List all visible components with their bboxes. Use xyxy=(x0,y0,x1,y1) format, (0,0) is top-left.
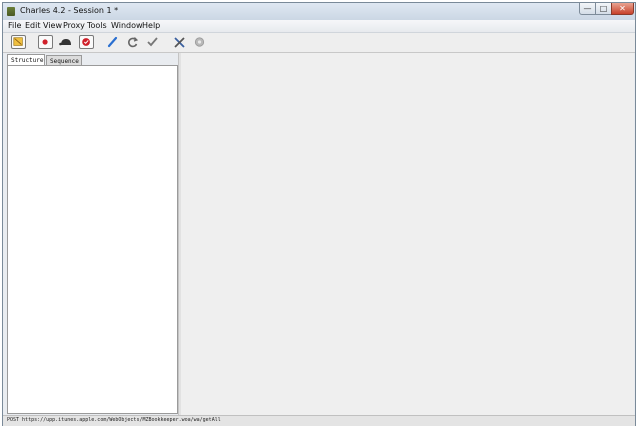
title-bar[interactable]: Charles 4.2 - Session 1 * — □ ✕ xyxy=(3,3,635,20)
repeat-icon xyxy=(128,37,139,48)
status-text: POST https://upp.itunes.apple.com/WebObj… xyxy=(7,417,221,423)
tab-structure[interactable]: Structure xyxy=(7,54,45,65)
menu-file[interactable]: File xyxy=(8,21,21,30)
detail-pane xyxy=(181,53,634,415)
menu-view[interactable]: View xyxy=(43,21,62,30)
menu-help[interactable]: Help xyxy=(142,21,160,30)
broom-button[interactable] xyxy=(11,35,26,49)
menu-edit[interactable]: Edit xyxy=(25,21,41,30)
settings-button[interactable] xyxy=(192,35,207,49)
menu-tools[interactable]: Tools xyxy=(87,21,107,30)
record-button[interactable] xyxy=(38,35,53,49)
settings-gear-icon xyxy=(194,37,205,47)
compose-pen-icon xyxy=(107,36,118,48)
close-button[interactable]: ✕ xyxy=(611,3,634,15)
menu-proxy[interactable]: Proxy xyxy=(63,21,85,30)
breakpoints-button[interactable] xyxy=(79,35,94,49)
maximize-button[interactable]: □ xyxy=(595,3,612,15)
breakpoint-stop-icon xyxy=(82,38,90,46)
tab-sequence[interactable]: Sequence xyxy=(46,55,82,65)
validate-button[interactable] xyxy=(145,35,160,49)
charles-window: Charles 4.2 - Session 1 * — □ ✕ File Edi… xyxy=(2,2,636,426)
charles-app-icon xyxy=(7,7,15,16)
throttle-button[interactable] xyxy=(58,35,73,49)
record-icon xyxy=(42,39,48,45)
tools-icon xyxy=(174,37,185,48)
repeat-button[interactable] xyxy=(125,35,140,49)
minimize-button[interactable]: — xyxy=(579,3,596,15)
broom-icon xyxy=(13,37,23,46)
validate-check-icon xyxy=(147,37,158,47)
compose-button[interactable] xyxy=(105,35,120,49)
structure-tree-pane[interactable] xyxy=(7,65,178,414)
turtle-throttle-icon xyxy=(59,39,71,46)
tools-button[interactable] xyxy=(172,35,187,49)
status-bar: POST https://upp.itunes.apple.com/WebObj… xyxy=(3,415,635,426)
menu-window[interactable]: Window xyxy=(111,21,143,30)
toolbar xyxy=(3,33,635,53)
window-title: Charles 4.2 - Session 1 * xyxy=(20,6,119,15)
menu-bar: File Edit View Proxy Tools Window Help xyxy=(3,20,635,33)
